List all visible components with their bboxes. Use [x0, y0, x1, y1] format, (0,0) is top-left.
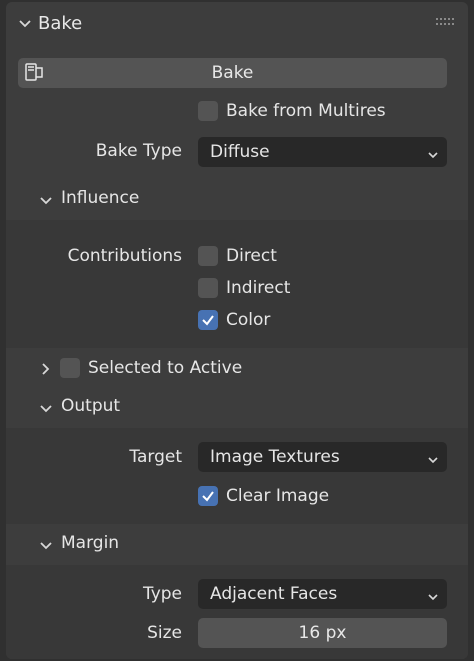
bake-button[interactable]: Bake [18, 58, 447, 88]
clear-image-checkbox[interactable] [198, 486, 218, 506]
margin-size-value: 16 px [298, 623, 347, 643]
color-checkbox[interactable] [198, 310, 218, 330]
bake-from-multires-label: Bake from Multires [226, 101, 386, 121]
output-title: Output [61, 396, 121, 416]
indirect-checkbox[interactable] [198, 278, 218, 298]
target-label: Target [129, 447, 182, 467]
checkmark-icon [202, 491, 214, 502]
margin-size-field[interactable]: 16 px [198, 618, 447, 648]
target-value: Image Textures [210, 447, 340, 467]
color-label: Color [226, 310, 271, 330]
selected-to-active-header[interactable]: Selected to Active [6, 348, 468, 388]
chevron-right-icon[interactable] [39, 362, 53, 376]
chevron-down-icon[interactable] [39, 194, 53, 208]
output-header[interactable]: Output [6, 388, 468, 428]
indirect-label: Indirect [226, 278, 291, 298]
margin-type-dropdown[interactable]: Adjacent Faces [198, 579, 447, 609]
bake-type-label: Bake Type [95, 141, 182, 161]
panel-header[interactable]: Bake [6, 2, 468, 46]
bake-type-value: Diffuse [210, 142, 270, 162]
clear-image-toggle[interactable]: Clear Image [198, 486, 329, 506]
chevron-down-icon [427, 146, 439, 159]
margin-section: Type Adjacent Faces Size 16 px [6, 565, 468, 659]
chevron-down-icon[interactable] [39, 539, 53, 553]
influence-title: Influence [61, 188, 140, 208]
bake-button-label: Bake [211, 63, 254, 83]
bake-from-multires-checkbox[interactable] [198, 101, 218, 121]
margin-type-label: Type [142, 584, 182, 604]
chevron-down-icon [427, 588, 439, 601]
indirect-toggle[interactable]: Indirect [198, 278, 290, 298]
direct-toggle[interactable]: Direct [198, 246, 277, 266]
selected-to-active-checkbox[interactable] [60, 358, 80, 378]
direct-label: Direct [226, 246, 277, 266]
influence-section: Contributions Direct Indirect Color [6, 220, 468, 348]
margin-type-value: Adjacent Faces [210, 584, 338, 604]
panel-title: Bake [38, 13, 83, 34]
clear-image-label: Clear Image [226, 486, 330, 506]
direct-checkbox[interactable] [198, 246, 218, 266]
influence-header[interactable]: Influence [6, 180, 468, 220]
bake-icon [24, 61, 46, 83]
chevron-down-icon[interactable] [18, 17, 32, 31]
selected-to-active-toggle[interactable]: Selected to Active [60, 358, 242, 378]
drag-handle-icon[interactable] [436, 18, 454, 28]
contributions-label: Contributions [67, 246, 182, 266]
selected-to-active-label: Selected to Active [88, 358, 243, 378]
bake-from-multires-toggle[interactable]: Bake from Multires [198, 101, 386, 121]
color-toggle[interactable]: Color [198, 310, 270, 330]
chevron-down-icon [427, 451, 439, 464]
checkmark-icon [202, 315, 214, 326]
bake-type-dropdown[interactable]: Diffuse [198, 137, 447, 167]
target-dropdown[interactable]: Image Textures [198, 442, 447, 472]
chevron-down-icon[interactable] [39, 402, 53, 416]
margin-title: Margin [61, 533, 120, 553]
bake-panel: Bake Bake Bake from Multires Bake Type D… [6, 2, 468, 659]
output-section: Target Image Textures Clear Image [6, 428, 468, 524]
margin-header[interactable]: Margin [6, 525, 468, 565]
margin-size-label: Size [147, 623, 182, 643]
